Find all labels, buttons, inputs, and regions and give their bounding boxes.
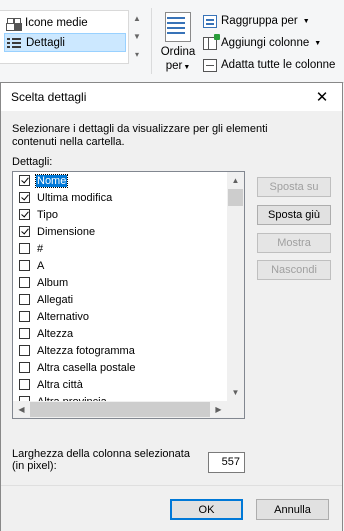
scroll-left-icon[interactable]: ◀ — [13, 401, 30, 418]
sort-by-label-1: Ordina — [160, 46, 196, 58]
add-columns-label: Aggiungi colonne — [221, 37, 310, 49]
move-up-button[interactable]: Sposta su — [257, 177, 331, 197]
details-listbox[interactable]: Nome Ultima modifica Tipo Dimensione # A Album… — [12, 171, 245, 419]
add-columns-button[interactable]: Aggiungi colonne ▼ — [203, 32, 344, 54]
scroll-down-icon[interactable]: ▼ — [133, 28, 141, 46]
horizontal-scrollbar[interactable]: ◀ ▶ — [13, 401, 227, 418]
layout-item-label: Icone medie — [25, 16, 88, 29]
dialog-description: Selezionare i dettagli da visualizzare p… — [12, 123, 268, 148]
details-list-item[interactable]: Alternativo — [13, 308, 227, 325]
medium-icons-icon — [6, 17, 21, 29]
detail-label: Altezza — [37, 327, 74, 340]
detail-checkbox[interactable] — [19, 294, 30, 305]
scroll-down-icon[interactable]: ▼ — [227, 384, 244, 401]
detail-checkbox[interactable] — [19, 260, 30, 271]
details-list-item[interactable]: # — [13, 240, 227, 257]
scrollbar-thumb[interactable] — [228, 189, 243, 206]
layout-item-label: Dettagli — [26, 36, 65, 49]
scroll-up-icon[interactable]: ▲ — [227, 172, 244, 189]
detail-checkbox[interactable] — [19, 209, 30, 220]
ribbon-view-actions: Raggruppa per ▼ Aggiungi colonne ▼ Adatt… — [203, 10, 344, 76]
layout-medium-icons[interactable]: Icone medie — [4, 13, 126, 32]
layout-details[interactable]: Dettagli — [4, 33, 126, 52]
fit-columns-label: Adatta tutte le colonne — [221, 59, 336, 71]
scroll-corner — [227, 401, 244, 418]
detail-checkbox[interactable] — [19, 379, 30, 390]
detail-checkbox[interactable] — [19, 362, 30, 373]
scrollbar-thumb[interactable] — [30, 402, 210, 417]
close-icon[interactable]: ✕ — [302, 83, 342, 111]
detail-checkbox[interactable] — [19, 277, 30, 288]
detail-label: Tipo — [37, 208, 58, 221]
detail-checkbox[interactable] — [19, 328, 30, 339]
column-width-input[interactable]: 557 — [208, 452, 245, 473]
details-list-item[interactable]: Ultima modifica — [13, 189, 227, 206]
detail-label: # — [37, 242, 44, 255]
details-list-item[interactable]: Album — [13, 274, 227, 291]
explorer-ribbon: Icone medie Dettagli ▲ ▼ ▾ Ordina per▼ R… — [0, 0, 344, 83]
detail-checkbox[interactable] — [19, 243, 30, 254]
chevron-down-icon: ▼ — [314, 39, 322, 47]
details-list-item[interactable]: Tipo — [13, 206, 227, 223]
dialog-footer: OK Annulla — [1, 485, 342, 531]
detail-label: Allegati — [37, 293, 74, 306]
details-label: Dettagli: — [12, 156, 53, 168]
detail-label: Altra città — [37, 378, 83, 391]
details-list-item[interactable]: Dimensione — [13, 223, 227, 240]
detail-checkbox[interactable] — [19, 311, 30, 322]
detail-checkbox[interactable] — [19, 192, 30, 203]
group-by-label: Raggruppa per — [221, 15, 298, 27]
fit-columns-icon — [203, 58, 217, 72]
ribbon-divider — [151, 8, 152, 74]
detail-label: Dimensione — [37, 225, 96, 238]
detail-label: A — [37, 259, 45, 272]
details-list: Nome Ultima modifica Tipo Dimensione # A Album… — [13, 172, 227, 410]
sort-by-label-2: per▼ — [165, 60, 191, 72]
detail-checkbox[interactable] — [19, 175, 30, 186]
layout-group: Icone medie Dettagli ▲ ▼ ▾ — [0, 10, 147, 72]
column-width-label: Larghezza della colonna selezionata (in … — [12, 448, 190, 472]
detail-label: Nome — [34, 173, 69, 188]
dialog-titlebar[interactable]: Scelta dettagli ✕ — [1, 83, 342, 111]
group-by-icon — [203, 14, 217, 28]
layout-gallery: Icone medie Dettagli — [0, 10, 129, 64]
detail-label: Alternativo — [37, 310, 89, 323]
vertical-scrollbar[interactable]: ▲ ▼ — [227, 172, 244, 401]
detail-label: Ultima modifica — [37, 191, 113, 204]
layout-gallery-scroll: ▲ ▼ ▾ — [128, 10, 146, 72]
fit-columns-button[interactable]: Adatta tutte le colonne — [203, 54, 344, 76]
details-list-item[interactable]: Altezza fotogramma — [13, 342, 227, 359]
cancel-button[interactable]: Annulla — [256, 499, 329, 520]
sort-by-icon — [165, 12, 191, 42]
choose-details-dialog: Scelta dettagli ✕ Selezionare i dettagli… — [0, 82, 343, 531]
move-down-button[interactable]: Sposta giù — [257, 205, 331, 225]
hide-button[interactable]: Nascondi — [257, 260, 331, 280]
details-list-item[interactable]: Altra città — [13, 376, 227, 393]
ok-button[interactable]: OK — [170, 499, 243, 520]
details-list-item[interactable]: A — [13, 257, 227, 274]
show-button[interactable]: Mostra — [257, 233, 331, 253]
details-list-item[interactable]: Allegati — [13, 291, 227, 308]
details-view-icon — [7, 36, 21, 49]
scroll-up-icon[interactable]: ▲ — [133, 10, 141, 28]
scroll-right-icon[interactable]: ▶ — [210, 401, 227, 418]
details-list-item[interactable]: Nome — [13, 172, 227, 189]
add-columns-icon — [203, 33, 220, 50]
expand-gallery-icon[interactable]: ▾ — [135, 46, 139, 64]
detail-checkbox[interactable] — [19, 226, 30, 237]
chevron-down-icon: ▼ — [302, 17, 310, 25]
detail-checkbox[interactable] — [19, 345, 30, 356]
detail-label: Altezza fotogramma — [37, 344, 135, 357]
sort-by-button[interactable]: Ordina per▼ — [157, 10, 199, 74]
group-by-button[interactable]: Raggruppa per ▼ — [203, 10, 344, 32]
details-list-item[interactable]: Altezza — [13, 325, 227, 342]
detail-label: Altra casella postale — [37, 361, 136, 374]
detail-label: Album — [37, 276, 69, 289]
dialog-title: Scelta dettagli — [11, 90, 87, 104]
details-list-item[interactable]: Altra casella postale — [13, 359, 227, 376]
